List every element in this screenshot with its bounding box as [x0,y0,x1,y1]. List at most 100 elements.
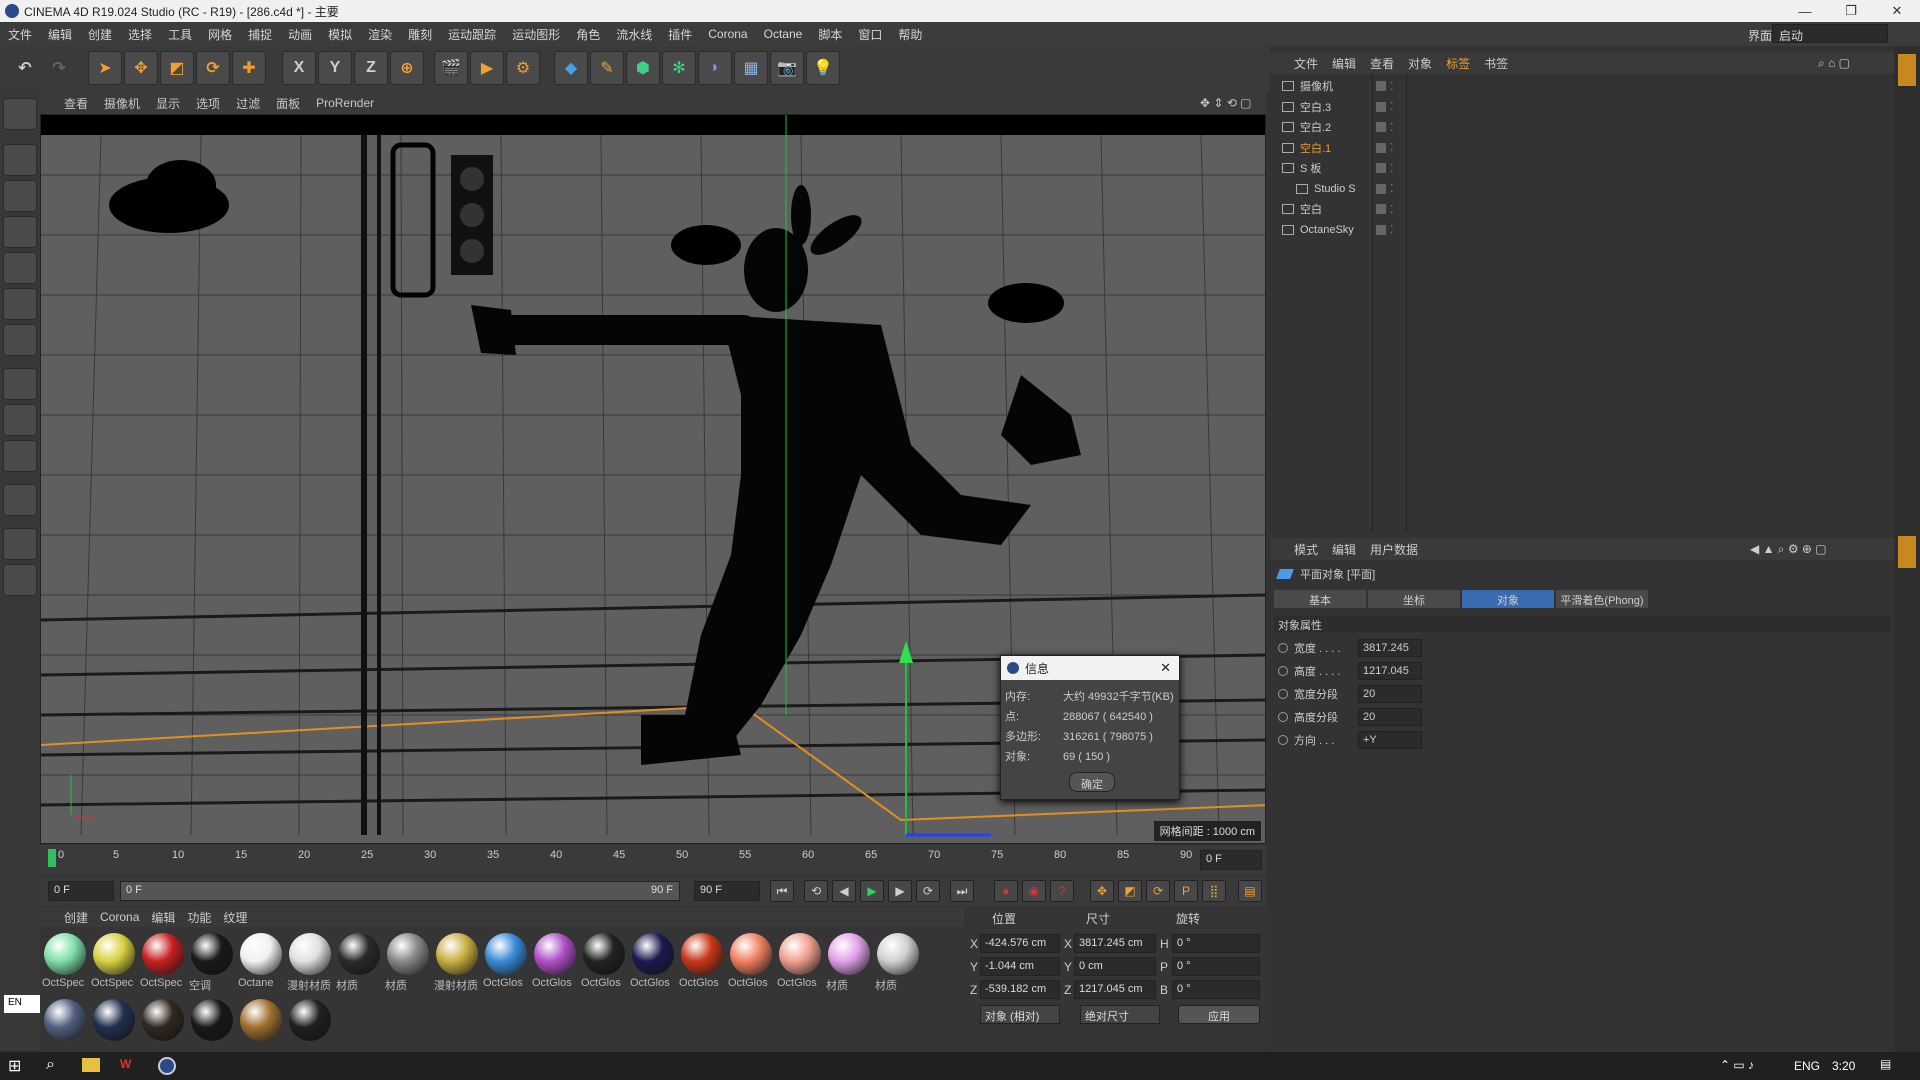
render-view-icon[interactable]: 🎬 [434,51,468,85]
visibility-dots-icon[interactable] [1376,142,1386,153]
object-menu-item[interactable]: 查看 [1370,55,1394,72]
attr-menu-item[interactable]: 编辑 [1332,541,1356,558]
timeline-icon[interactable]: ▤ [1238,880,1262,902]
c4d-taskbar-icon[interactable] [158,1057,176,1075]
viewport-nav-icon[interactable]: ✥ ⇕ ⟲ ▢ [1200,96,1252,110]
material-swatch[interactable]: OctGlos [483,931,529,989]
material-swatch[interactable]: OctGlos [728,931,774,989]
attr-menu-item[interactable]: 用户数据 [1370,541,1418,558]
model-mode-icon[interactable] [3,144,37,176]
attribute-value-field[interactable]: 1217.045 [1358,662,1422,680]
visibility-dots-icon[interactable]: ⁚ [1390,100,1394,113]
radio-icon[interactable] [1278,689,1288,699]
object-row[interactable]: 空白.1 ⁚ [1270,138,1894,158]
subdivision-icon[interactable]: ⬢ [626,51,660,85]
make-editable-icon[interactable] [3,98,37,130]
minimize-icon[interactable]: — [1782,0,1828,22]
next-frame-icon[interactable]: ▶ [888,880,912,902]
material-menu-item[interactable]: 纹理 [223,909,247,926]
visibility-dots-icon[interactable]: ⁚ [1390,162,1394,175]
menu-item[interactable]: 帮助 [898,26,922,43]
visibility-dots-icon[interactable]: ⁚ [1390,121,1394,134]
menu-item[interactable]: 雕刻 [408,26,432,43]
snap-icon[interactable] [3,440,37,472]
menu-item[interactable]: 运动跟踪 [448,26,496,43]
attribute-value-field[interactable]: 3817.245 [1358,639,1422,657]
scale-tool-icon[interactable]: ◩ [160,51,194,85]
light-icon[interactable]: 💡 [806,51,840,85]
material-swatch[interactable]: OctSpec [140,931,186,989]
clock[interactable]: 3:20 [1832,1059,1855,1073]
object-menu-item[interactable]: 标签 [1446,55,1470,72]
menu-item[interactable]: 脚本 [818,26,842,43]
play-icon[interactable]: ▶ [860,880,884,902]
material-menu-item[interactable]: 创建 [64,909,88,926]
start-frame-field[interactable]: 0 F [48,881,114,901]
cloner-icon[interactable]: ✻ [662,51,696,85]
end-frame-field[interactable]: 90 F [694,881,760,901]
material-swatch[interactable] [140,997,186,1055]
prev-frame-icon[interactable]: ◀ [832,880,856,902]
material-swatch[interactable]: OctGlos [630,931,676,989]
go-to-end-icon[interactable]: ⏭ [950,880,974,902]
menu-item[interactable]: 模拟 [328,26,352,43]
material-menu-item[interactable]: 功能 [187,909,211,926]
auto-key-icon[interactable]: ◉ [1022,880,1046,902]
nav-arrows-icon[interactable]: ◀ ▲ ⌕ ⚙ ⊕ ▢ [1750,542,1827,557]
apply-button[interactable]: 应用 [1178,1005,1260,1024]
visibility-dots-icon[interactable] [1376,224,1386,235]
y-axis-button[interactable]: Y [318,51,352,85]
visibility-dots-icon[interactable] [1376,204,1386,214]
object-row[interactable]: 空白.3 ⁚ [1270,97,1894,117]
coord-system-icon[interactable]: ⊕ [390,51,424,85]
object-row[interactable]: S 板 ⁚ [1270,158,1894,178]
material-swatch[interactable]: OctGlos [532,931,578,989]
attribute-value-field[interactable]: 20 [1358,685,1422,703]
current-frame-field[interactable]: 0 F [1200,850,1262,870]
playhead[interactable] [48,849,56,867]
points-mode-icon[interactable] [3,252,37,284]
material-swatch[interactable] [189,997,235,1055]
radio-icon[interactable] [1278,712,1288,722]
visibility-dots-icon[interactable]: ⁚ [1390,223,1394,236]
material-menu-item[interactable]: Corona [100,910,139,924]
radio-icon[interactable] [1278,666,1288,676]
attribute-value-field[interactable]: 20 [1358,708,1422,726]
layout-select[interactable]: 启动 [1772,24,1888,43]
texture-mode-icon[interactable] [3,180,37,212]
prev-key-icon[interactable]: ⟲ [804,880,828,902]
camera-icon[interactable]: 📷 [770,51,804,85]
rotation-b-field[interactable]: 0 ° [1172,980,1260,999]
key-position-icon[interactable]: ✥ [1090,880,1114,902]
tab-phong[interactable]: 平滑着色(Phong) [1556,590,1648,608]
key-rotation-icon[interactable]: ⟳ [1146,880,1170,902]
material-swatch[interactable]: OctSpec [42,931,88,989]
ok-button[interactable]: 确定 [1069,772,1115,792]
menu-item[interactable]: 窗口 [858,26,882,43]
viewport-menu-item[interactable]: 显示 [156,95,180,112]
deformer-icon[interactable]: ◗ [698,51,732,85]
viewport-menu-item[interactable]: 过滤 [236,95,260,112]
search-icon[interactable]: ⌕ [46,1056,55,1074]
object-row[interactable]: OctaneSky ⁚ [1270,220,1894,240]
material-swatch[interactable]: 材质 [336,931,382,992]
position-x-field[interactable]: -424.576 cm [980,934,1060,953]
tab-coord[interactable]: 坐标 [1368,590,1460,608]
preview-range-slider[interactable]: 0 F 90 F [120,881,680,901]
menu-item[interactable]: 角色 [576,26,600,43]
viewport-menu-item[interactable]: 摄像机 [104,95,140,112]
move-tool-icon[interactable]: ✥ [124,51,158,85]
close-icon[interactable]: ✕ [1874,0,1920,22]
rotation-p-field[interactable]: 0 ° [1172,957,1260,976]
radio-icon[interactable] [1278,735,1288,745]
language-indicator[interactable]: ENG [1794,1059,1820,1073]
pen-icon[interactable]: ✎ [590,51,624,85]
material-swatch[interactable] [238,997,284,1055]
menu-item[interactable]: 运动图形 [512,26,560,43]
visibility-dots-icon[interactable] [1376,122,1386,132]
polygons-mode-icon[interactable] [3,324,37,356]
redo-icon[interactable]: ↷ [42,51,76,85]
render-picture-icon[interactable]: ▶ [470,51,504,85]
cube-icon[interactable]: ◆ [554,51,588,85]
object-menu-item[interactable]: 对象 [1408,55,1432,72]
